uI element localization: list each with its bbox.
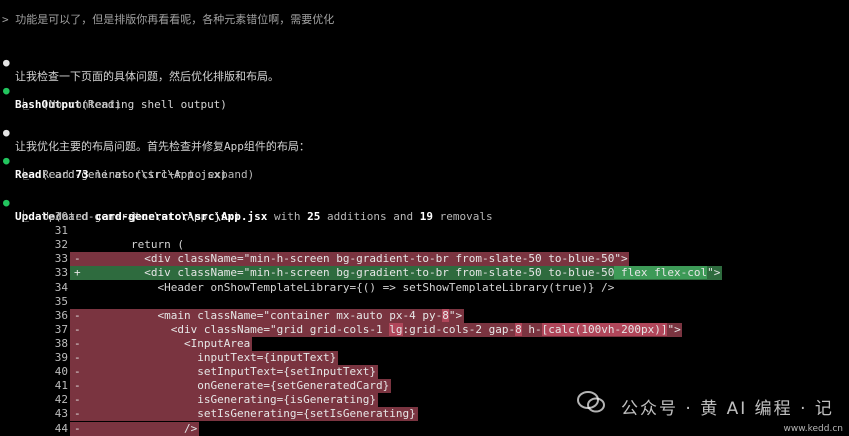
code-text: <main className="container mx-auto px-4 … (78, 308, 463, 322)
line-number: 34 (54, 280, 68, 294)
code-text: <Header onShowTemplateLibrary={() => set… (78, 280, 615, 294)
diff-row-add: 33 + <div className="min-h-screen bg-grad… (0, 266, 849, 281)
line-number: 35 (54, 294, 68, 308)
line-number: 41 (54, 379, 68, 393)
code-text: inputText={inputText} (78, 351, 337, 364)
line-number: 31 (54, 224, 68, 238)
changed-token: 8 (442, 308, 449, 322)
tool-result-read[interactable]: ⎿ Read 73 lines (ctrl+r to expand) (0, 154, 254, 181)
line-number: 42 (54, 393, 68, 407)
code-text: <div className="min-h-screen bg-gradient… (78, 252, 628, 266)
line-number: 30 (54, 210, 68, 223)
line-number: 40 (54, 365, 68, 379)
line-number: 37 (54, 322, 68, 336)
tool-call-update: ● Update(card-generator\src\App.jsx) (0, 182, 240, 223)
changed-token: [calc(100vh-200px)] (541, 322, 668, 336)
line-number: 38 (54, 336, 68, 350)
code-text: } (78, 210, 138, 223)
code-text: /> (78, 421, 198, 435)
line-number: 44 (54, 421, 68, 435)
diff-row-del: 38- <InputArea (0, 336, 849, 351)
diff-row-ctx: 31 (0, 224, 849, 238)
tool-result-update: ⎿ Updated card-generator\src\App.jsx wit… (18, 210, 493, 223)
code-text: <InputArea (78, 336, 251, 350)
line-number: 36 (54, 308, 68, 322)
diff-row-del: 33- <div className="min-h-screen bg-grad… (0, 252, 849, 267)
code-text: return ( (78, 238, 184, 252)
line-number: 33 (54, 266, 68, 280)
code-text: isGenerating={isGenerating} (78, 393, 377, 407)
watermark-url: www.kedd.cn (783, 424, 843, 434)
code-text: setIsGenerating={setIsGenerating} (78, 407, 416, 421)
watermark-text: 公众号 · 黄 AI 编程 · 记 (621, 399, 834, 419)
diff-row-ctx: 32 return ( (0, 238, 849, 252)
diff-row-del: 36- <main className="container mx-auto p… (0, 308, 849, 323)
watermark: 公众号 · 黄 AI 编程 · 记 www.kedd.cn (569, 376, 849, 436)
line-number: 39 (54, 351, 68, 364)
line-number: 33 (54, 252, 68, 266)
diff-row-ctx: 35 (0, 295, 849, 309)
changed-token: lg (389, 322, 403, 336)
code-text: <div className="grid grid-cols-1 lg:grid… (78, 322, 681, 336)
assistant-message-1: ● 让我检查一下页面的具体问题，然后优化排版和布局。 (3, 56, 279, 83)
corner-down-right-icon: ⎿ (18, 168, 29, 181)
terminal-window: > 功能是可以了，但是排版你再看看呢，各种元素错位啊，需要优化 ● 让我检查一下… (0, 0, 849, 436)
wechat-icon (577, 391, 605, 413)
corner-down-right-icon: ⎿ (18, 98, 29, 111)
tool-call-bashoutput: ● BashOutput(Reading shell output) (0, 70, 227, 111)
code-text: <div className="min-h-screen bg-gradient… (78, 266, 721, 280)
tool-call-read: ● Read(card-generator\src\App.jsx) (0, 140, 227, 181)
code-text: onGenerate={setGeneratedCard} (78, 379, 390, 393)
diff-row-ctx: 30 } (0, 210, 849, 224)
changed-token: 8 (515, 322, 522, 336)
tool-result-bashoutput: ⎿ (No content) (18, 98, 122, 111)
code-text: setInputText={setInputText} (78, 365, 377, 379)
assistant-message-2: ● 让我优化主要的布局问题。首先检查并修复App组件的布局： (3, 126, 310, 153)
changed-token: flex flex-col (614, 266, 708, 280)
diff-row-del: 39- inputText={inputText} (0, 351, 849, 365)
line-number: 32 (54, 238, 68, 252)
user-prompt: > 功能是可以了，但是排版你再看看呢，各种元素错位啊，需要优化 (2, 13, 335, 26)
line-number: 43 (54, 407, 68, 421)
diff-row-del: 37- <div className="grid grid-cols-1 lg:… (0, 322, 849, 337)
dot-icon: ● (3, 56, 10, 69)
dot-icon: ● (3, 126, 10, 139)
diff-row-ctx: 34 <Header onShowTemplateLibrary={() => … (0, 281, 849, 295)
